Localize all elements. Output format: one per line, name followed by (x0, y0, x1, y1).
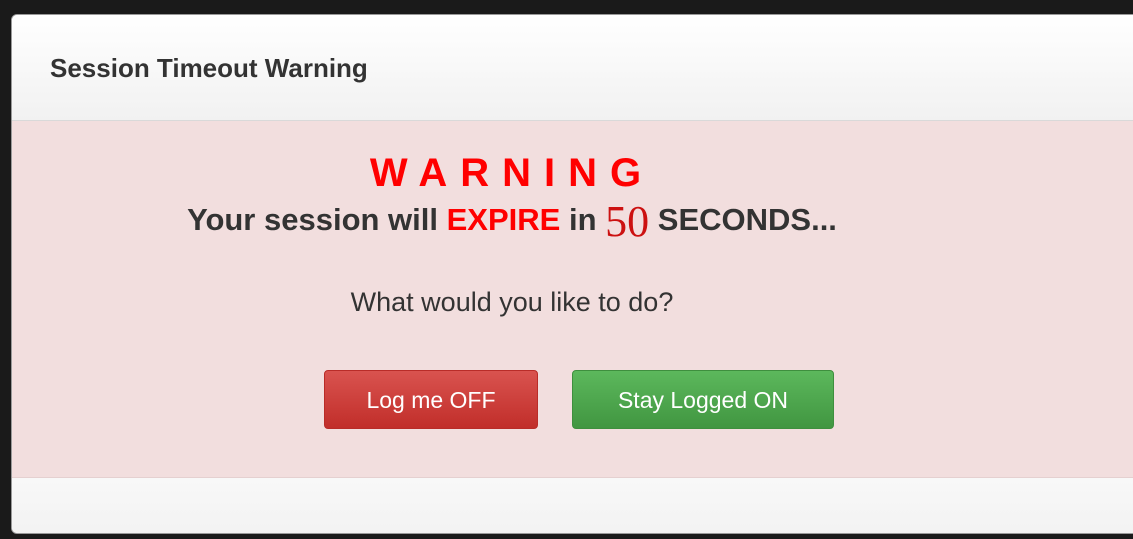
message-suffix: SECONDS... (657, 202, 837, 237)
message-prefix: Your session will (187, 202, 438, 237)
stay-logged-on-button[interactable]: Stay Logged ON (572, 370, 834, 429)
action-question: What would you like to do? (350, 287, 674, 317)
modal-title: Session Timeout Warning (50, 53, 368, 83)
log-off-button[interactable]: Log me OFF (324, 370, 538, 429)
modal-footer (12, 478, 1133, 533)
session-timeout-modal: Session Timeout Warning WARNING Your ses… (11, 14, 1133, 534)
modal-header: Session Timeout Warning (12, 15, 1133, 121)
warning-heading: WARNING (369, 151, 655, 195)
message-in: in (568, 202, 597, 237)
expire-word: EXPIRE (446, 202, 561, 237)
modal-body: WARNING Your session will EXPIRE in 50 S… (12, 121, 1133, 478)
expire-message: Your session will EXPIRE in 50 SECONDS..… (12, 195, 1012, 247)
countdown-seconds: 50 (605, 197, 650, 246)
